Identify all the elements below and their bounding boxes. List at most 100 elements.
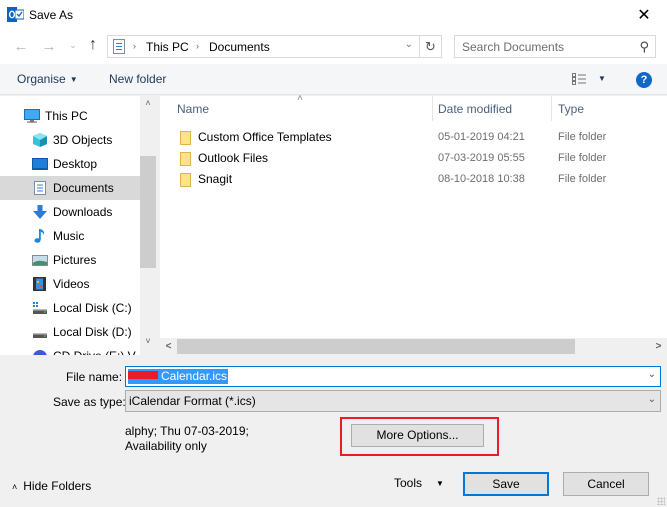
file-type: File folder	[558, 131, 607, 143]
file-name: Custom Office Templates	[198, 130, 332, 144]
up-button[interactable]: ↑	[84, 36, 102, 54]
sidebar-item-pictures[interactable]: Pictures	[0, 248, 140, 272]
sidebar-item-label: Downloads	[53, 205, 113, 219]
file-name-value: Calendar.ics	[160, 369, 229, 384]
back-button[interactable]: ←	[12, 38, 30, 55]
computer-icon	[24, 109, 40, 123]
chevron-down-icon[interactable]: ⌄	[405, 39, 413, 50]
sidebar-item-local-disk-c[interactable]: Local Disk (C:)	[0, 296, 140, 320]
file-name-input[interactable]: Calendar.ics ⌄	[125, 366, 661, 387]
view-details-icon[interactable]	[572, 73, 586, 85]
folder-icon	[180, 173, 191, 187]
chevron-right-icon[interactable]: ›	[196, 41, 199, 51]
help-icon[interactable]: ?	[636, 72, 652, 88]
file-list: ˄ Name Date modified Type Custom Office …	[160, 93, 667, 355]
file-row[interactable]: Snagit 08-10-2018 10:38 File folder	[160, 169, 667, 190]
tools-button[interactable]: Tools ▼	[394, 476, 444, 490]
sidebar-item-label: Videos	[53, 277, 90, 291]
file-date: 05-01-2019 04:21	[438, 131, 525, 143]
organise-button[interactable]: Organise ▼	[17, 72, 78, 86]
sidebar-item-label: Desktop	[53, 157, 98, 171]
sidebar-item-label: Documents	[53, 181, 114, 195]
column-divider[interactable]	[432, 96, 433, 121]
hide-folders-button[interactable]: ˄ Hide Folders	[12, 479, 91, 493]
title-bar: Save As ✕	[0, 0, 667, 30]
outlook-icon	[7, 7, 24, 22]
redaction-mark	[128, 369, 160, 384]
sidebar-item-3d-objects[interactable]: 3D Objects	[0, 128, 140, 152]
breadcrumb-this-pc[interactable]: This PC	[146, 40, 189, 54]
file-row[interactable]: Outlook Files 07-03-2019 05:55 File fold…	[160, 148, 667, 169]
sidebar-item-desktop[interactable]: Desktop	[0, 152, 140, 176]
search-placeholder: Search Documents	[462, 40, 565, 54]
column-header-name[interactable]: Name	[177, 102, 209, 116]
save-as-dialog: Save As ✕ ← → ⌄ ↑ › This PC › Documents …	[0, 0, 667, 507]
sidebar-item-downloads[interactable]: Downloads	[0, 200, 140, 224]
folder-icon	[180, 131, 191, 145]
sidebar-item-videos[interactable]: Videos	[0, 272, 140, 296]
cube-icon	[33, 133, 47, 147]
file-type: File folder	[558, 152, 607, 164]
column-header-date-modified[interactable]: Date modified	[438, 102, 512, 116]
calendar-details-line1: alphy; Thu 07-03-2019;	[125, 424, 249, 438]
column-header-type[interactable]: Type	[558, 102, 584, 116]
save-as-type-label: Save as type:	[53, 395, 126, 409]
caret-down-icon: ▼	[436, 479, 444, 488]
download-icon	[33, 205, 47, 219]
file-type: File folder	[558, 173, 607, 185]
sidebar-item-this-pc[interactable]: This PC	[0, 104, 140, 128]
chevron-right-icon[interactable]: ›	[133, 41, 136, 51]
breadcrumb-documents[interactable]: Documents	[209, 40, 270, 54]
navigation-bar: ← → ⌄ ↑ › This PC › Documents ⌄ ↻ Search…	[0, 30, 667, 64]
chevron-up-icon: ˄	[12, 482, 18, 492]
address-bar[interactable]: › This PC › Documents ⌄ ↻	[107, 35, 442, 58]
sidebar-item-label: This PC	[45, 109, 88, 123]
sidebar-item-cd-drive[interactable]: CD Drive (E:) V	[0, 344, 140, 355]
forward-button[interactable]: →	[40, 38, 58, 55]
caret-down-icon: ▼	[69, 75, 78, 84]
column-divider[interactable]	[551, 96, 552, 121]
file-name: Outlook Files	[198, 151, 269, 165]
command-bar: Organise ▼ New folder ▼ ?	[0, 64, 667, 95]
scroll-left-icon[interactable]: <	[160, 338, 177, 355]
chevron-down-icon[interactable]: ⌄	[648, 369, 656, 380]
recent-locations-button[interactable]: ⌄	[64, 40, 82, 51]
save-button[interactable]: Save	[463, 472, 549, 496]
file-list-scrollbar[interactable]: < >	[160, 338, 667, 355]
refresh-button[interactable]: ↻	[419, 36, 441, 57]
sidebar-item-label: 3D Objects	[53, 133, 113, 147]
new-folder-button[interactable]: New folder	[109, 72, 166, 86]
view-options-caret-icon[interactable]: ▼	[598, 74, 606, 83]
sort-ascending-icon: ˄	[297, 93, 303, 104]
scroll-up-icon[interactable]: ˄	[140, 98, 156, 114]
pictures-icon	[32, 255, 48, 266]
file-row[interactable]: Custom Office Templates 05-01-2019 04:21…	[160, 127, 667, 148]
close-button[interactable]: ✕	[621, 0, 667, 30]
scroll-down-icon[interactable]: ˅	[140, 336, 156, 352]
tools-label: Tools	[394, 476, 423, 490]
file-name-label: File name:	[66, 370, 123, 384]
organise-label: Organise	[17, 72, 66, 86]
sidebar-item-documents[interactable]: Documents	[0, 176, 140, 200]
scrollbar-thumb[interactable]	[177, 339, 575, 354]
file-date: 08-10-2018 10:38	[438, 173, 525, 185]
folder-icon	[180, 152, 191, 166]
file-date: 07-03-2019 05:55	[438, 152, 525, 164]
sidebar-item-label: Local Disk (C:)	[53, 301, 132, 315]
navigation-pane-scrollbar[interactable]: ˄ ˅	[140, 96, 156, 355]
calendar-details: alphy; Thu 07-03-2019; Availability only	[125, 424, 249, 454]
search-icon[interactable]: ⚲	[639, 39, 649, 55]
window-title: Save As	[29, 8, 74, 22]
file-name: Snagit	[198, 172, 233, 186]
save-as-type-select[interactable]: iCalendar Format (*.ics) ⌄	[125, 390, 661, 412]
sidebar-item-local-disk-d[interactable]: Local Disk (D:)	[0, 320, 140, 344]
scrollbar-thumb[interactable]	[140, 156, 156, 268]
more-options-button[interactable]: More Options...	[351, 424, 484, 447]
resize-grip[interactable]	[657, 497, 665, 505]
cancel-button[interactable]: Cancel	[563, 472, 649, 496]
navigation-pane: This PC 3D Objects Desktop Documents Dow…	[0, 96, 156, 355]
search-input[interactable]: Search Documents ⚲	[454, 35, 656, 58]
sidebar-item-music[interactable]: Music	[0, 224, 140, 248]
sidebar-item-label: Music	[53, 229, 85, 243]
scroll-right-icon[interactable]: >	[650, 338, 667, 355]
